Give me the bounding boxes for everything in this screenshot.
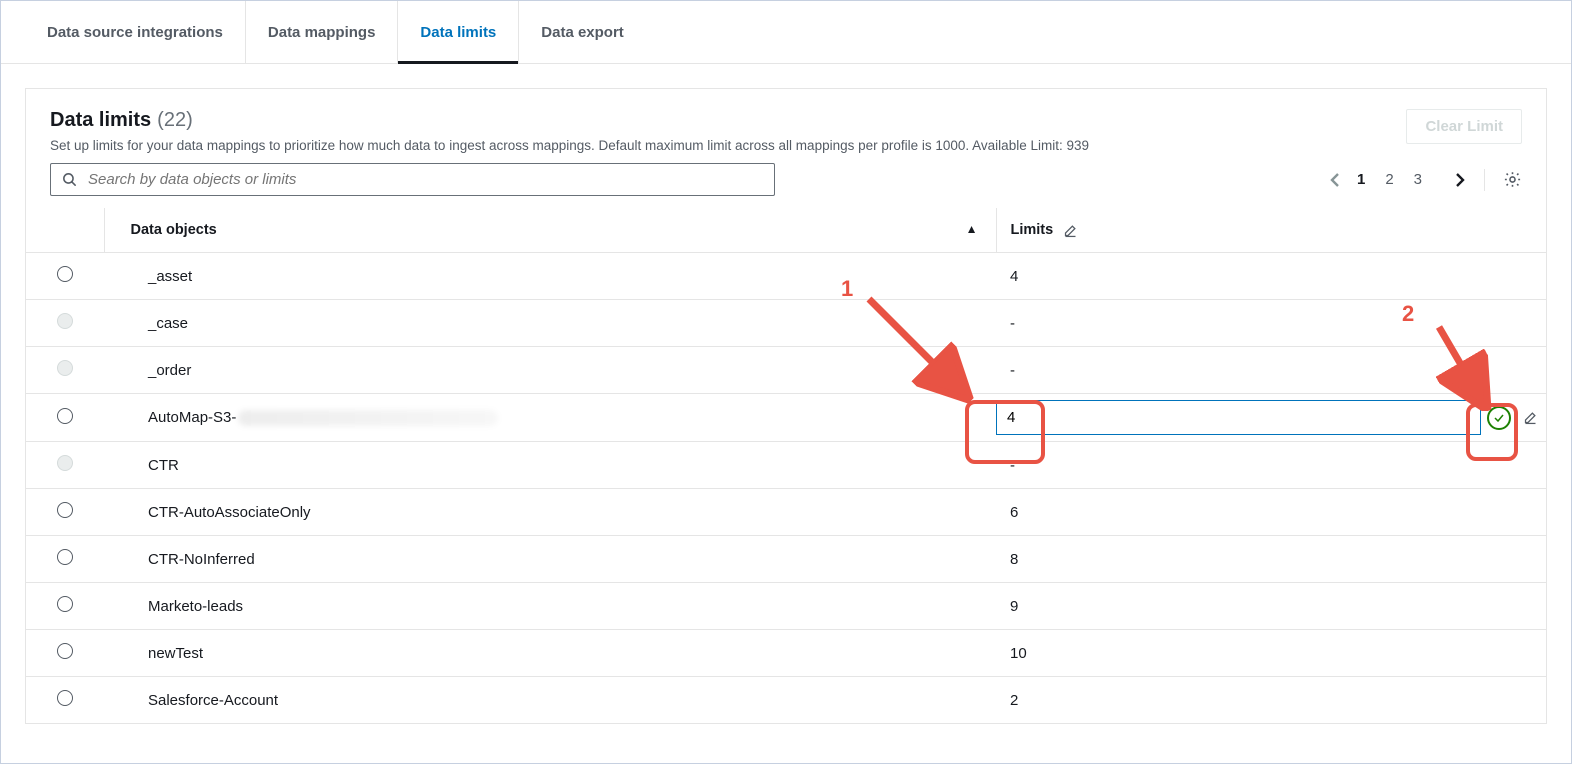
data-object-name: CTR-NoInferred (104, 536, 996, 583)
row-radio[interactable] (57, 408, 73, 424)
table-row: Marketo-leads9 (26, 583, 1546, 630)
limit-value: 6 (996, 489, 1546, 536)
search-icon (61, 171, 78, 188)
row-radio[interactable] (57, 266, 73, 282)
tab-data-mappings[interactable]: Data mappings (245, 1, 398, 63)
table-row: newTest10 (26, 630, 1546, 677)
row-radio[interactable] (57, 596, 73, 612)
table-row: CTR-NoInferred8 (26, 536, 1546, 583)
table-row: CTR- (26, 442, 1546, 489)
limit-input[interactable] (996, 400, 1481, 435)
table-row: _order- (26, 347, 1546, 394)
data-object-name: AutoMap-S3- (104, 394, 996, 442)
table-row: AutoMap-S3- (26, 394, 1546, 442)
data-object-name: _case (104, 300, 996, 347)
data-object-name: _asset (104, 253, 996, 300)
data-object-name: CTR (104, 442, 996, 489)
row-radio[interactable] (57, 690, 73, 706)
data-object-name: Marketo-leads (104, 583, 996, 630)
data-limits-panel: Data limits (22) Set up limits for your … (25, 88, 1547, 724)
column-header-limits[interactable]: Limits (1011, 222, 1054, 238)
tab-data-export[interactable]: Data export (518, 1, 646, 63)
table-row: _case- (26, 300, 1546, 347)
data-object-name: _order (104, 347, 996, 394)
edit-limits-column-icon[interactable] (1063, 223, 1078, 238)
row-radio[interactable] (57, 643, 73, 659)
limit-value: - (996, 442, 1546, 489)
row-radio (57, 455, 73, 471)
table-row: Salesforce-Account2 (26, 677, 1546, 724)
edit-row-icon[interactable] (1523, 410, 1538, 425)
row-radio (57, 313, 73, 329)
table-row: _asset4 (26, 253, 1546, 300)
page-subtitle: Set up limits for your data mappings to … (50, 138, 1089, 153)
row-radio[interactable] (57, 502, 73, 518)
clear-limit-button[interactable]: Clear Limit (1406, 109, 1522, 144)
prev-page-icon[interactable] (1329, 171, 1341, 189)
limit-value: 8 (996, 536, 1546, 583)
search-input[interactable] (88, 171, 764, 188)
page-title: Data limits (50, 109, 151, 132)
limit-value: 2 (996, 677, 1546, 724)
limit-value: 9 (996, 583, 1546, 630)
next-page-icon[interactable] (1454, 171, 1466, 189)
page-1[interactable]: 1 (1355, 169, 1367, 190)
data-object-name: newTest (104, 630, 996, 677)
tab-data-source-integrations[interactable]: Data source integrations (25, 1, 245, 63)
limit-value: - (996, 347, 1546, 394)
table-row: CTR-AutoAssociateOnly6 (26, 489, 1546, 536)
page-2[interactable]: 2 (1383, 169, 1395, 190)
settings-gear-icon[interactable] (1503, 170, 1522, 189)
row-radio[interactable] (57, 549, 73, 565)
limit-value: 4 (996, 253, 1546, 300)
page-3[interactable]: 3 (1412, 169, 1424, 190)
confirm-check-icon[interactable] (1487, 406, 1511, 430)
data-object-name: Salesforce-Account (104, 677, 996, 724)
item-count: (22) (157, 109, 193, 132)
sort-asc-icon[interactable]: ▲ (966, 222, 978, 236)
row-radio (57, 360, 73, 376)
tabs: Data source integrationsData mappingsDat… (1, 1, 1571, 64)
column-header-data-objects[interactable]: Data objects (131, 222, 217, 238)
limit-value: 10 (996, 630, 1546, 677)
limit-value: - (996, 300, 1546, 347)
paginator: 123 (1329, 169, 1522, 191)
data-object-name: CTR-AutoAssociateOnly (104, 489, 996, 536)
tab-data-limits[interactable]: Data limits (397, 1, 518, 63)
search-input-wrapper[interactable] (50, 163, 775, 196)
